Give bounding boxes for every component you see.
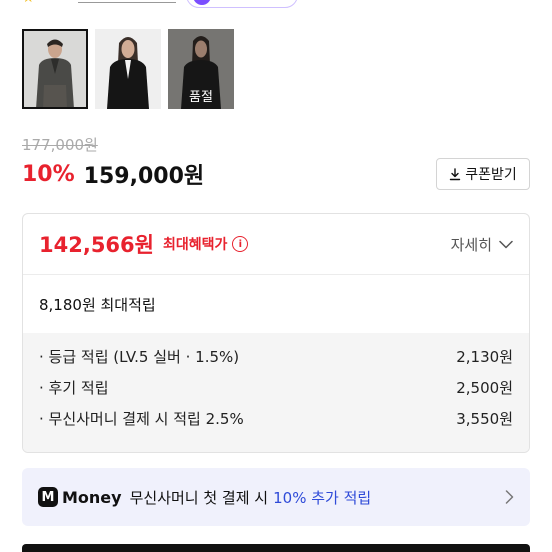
- breakdown-value: 2,130원: [456, 348, 513, 366]
- model-photo-2: [95, 29, 161, 109]
- money-promo-highlight: 10% 추가 적립: [273, 488, 372, 507]
- price-row: 10% 159,000원: [22, 158, 204, 190]
- thumbnail-1[interactable]: [22, 29, 88, 109]
- model-photo-1: [22, 29, 88, 109]
- bottom-action-bar[interactable]: [22, 544, 530, 552]
- money-promo-text: 무신사머니 첫 결제 시: [129, 488, 269, 507]
- chevron-right-icon: [505, 490, 514, 504]
- top-strip-cropped: ★: [0, 0, 552, 10]
- points-summary: 8,180원 최대적립: [39, 295, 156, 314]
- breakdown-label: · 무신사머니 결제 시 적립 2.5%: [39, 410, 244, 428]
- star-icon: ★: [22, 0, 38, 6]
- max-benefit-label: 최대혜택가: [162, 237, 228, 253]
- coupon-label: 쿠폰받기: [465, 167, 517, 183]
- breakdown-label: · 후기 적립: [39, 379, 109, 397]
- money-logo-icon: M: [38, 487, 58, 507]
- detail-label: 자세히: [450, 235, 492, 254]
- points-breakdown: · 등급 적립 (LV.5 실버 · 1.5%) 2,130원 · 후기 적립 …: [23, 333, 529, 452]
- chevron-down-icon: [499, 240, 513, 248]
- original-price: 177,000원: [22, 136, 98, 154]
- sold-out-label: 품절: [189, 90, 213, 105]
- coupon-download-button[interactable]: 쿠폰받기: [436, 158, 530, 190]
- review-link[interactable]: [78, 0, 176, 3]
- breakdown-label: · 등급 적립 (LV.5 실버 · 1.5%): [39, 348, 240, 366]
- badge-dot-icon: [193, 0, 211, 5]
- thumbnail-strip: 품절: [22, 29, 234, 109]
- breakdown-row: · 무신사머니 결제 시 적립 2.5% 3,550원: [39, 409, 513, 440]
- breakdown-row: · 후기 적립 2,500원: [39, 378, 513, 409]
- download-icon: [450, 167, 461, 180]
- max-benefit-price: 142,566원: [39, 233, 154, 257]
- breakdown-value: 2,500원: [456, 379, 513, 397]
- detail-toggle[interactable]: 자세히: [451, 234, 513, 255]
- benefit-header: 142,566원 최대혜택가 i 자세히: [23, 214, 529, 274]
- breakdown-row: · 등급 적립 (LV.5 실버 · 1.5%) 2,130원: [39, 347, 513, 378]
- thumbnail-3[interactable]: 품절: [168, 29, 234, 109]
- money-brand: Money: [62, 487, 122, 507]
- sale-price: 159,000원: [83, 164, 205, 189]
- info-icon[interactable]: i: [232, 236, 249, 252]
- money-promo-banner[interactable]: M Money 무신사머니 첫 결제 시 10% 추가 적립: [22, 468, 530, 526]
- discount-rate: 10%: [22, 161, 75, 187]
- thumbnail-2[interactable]: [95, 29, 161, 109]
- breakdown-value: 3,550원: [456, 410, 513, 428]
- benefit-card: 142,566원 최대혜택가 i 자세히 8,180원 최대적립 · 등급 적립…: [22, 213, 530, 453]
- level-badge: [186, 0, 298, 8]
